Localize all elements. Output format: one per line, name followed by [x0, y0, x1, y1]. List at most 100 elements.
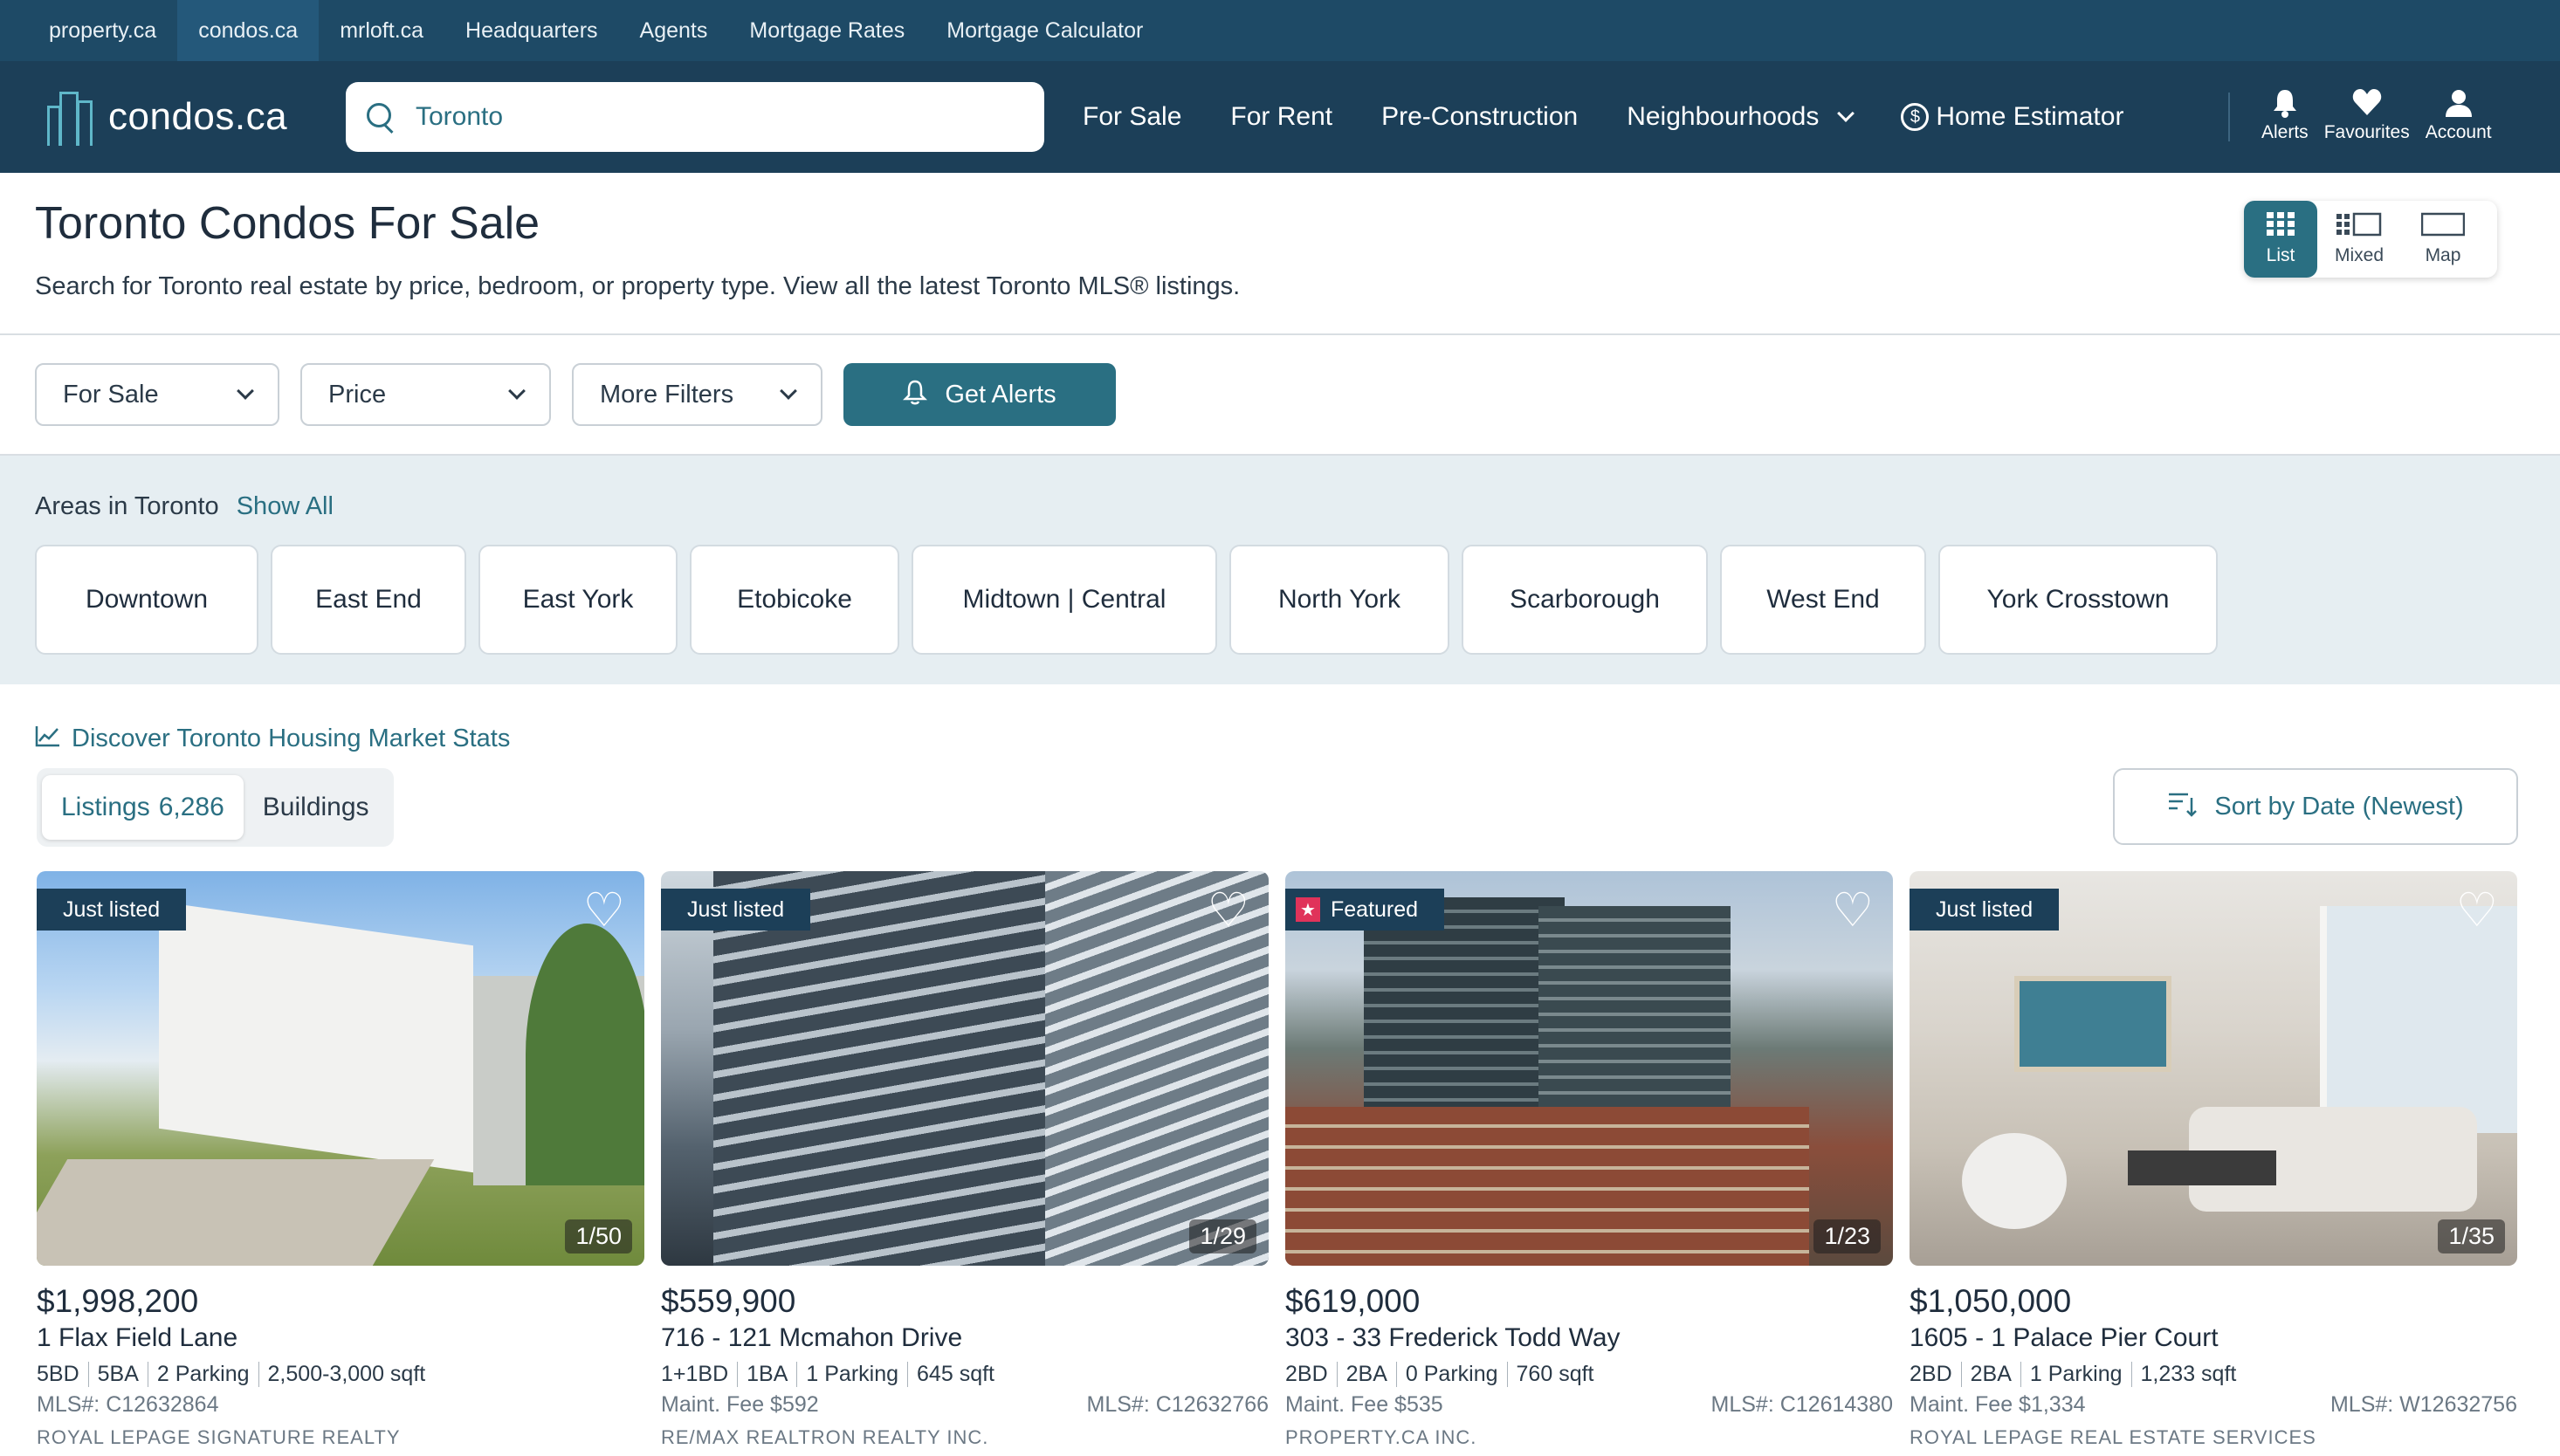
sort-button[interactable]: Sort by Date (Newest): [2113, 768, 2518, 845]
area-chip-etobicoke[interactable]: Etobicoke: [690, 545, 899, 655]
tab-listings[interactable]: Listings 6,286: [42, 775, 244, 840]
alerts-label: Alerts: [2261, 122, 2309, 142]
listing-card[interactable]: ★ Featured ♡ 1/23 $619,000 303 - 33 Fred…: [1285, 871, 1893, 1449]
listing-brokerage: ROYAL LEPAGE REAL ESTATE SERVICES: [1910, 1426, 2316, 1448]
listing-photo[interactable]: Just listed ♡ 1/50: [37, 871, 644, 1266]
listing-specs: 2BD 2BA 0 Parking 760 sqft: [1285, 1362, 1893, 1387]
search-value[interactable]: Toronto: [416, 102, 503, 132]
bell-outline-icon: [903, 379, 928, 411]
listing-address[interactable]: 716 - 121 Mcmahon Drive: [661, 1323, 1269, 1353]
listing-photo[interactable]: Just listed ♡ 1/29: [661, 871, 1269, 1266]
listing-type-select[interactable]: For Sale: [35, 363, 279, 426]
badge-label: Just listed: [687, 896, 785, 922]
areas-section: Areas in Toronto Show All Downtown East …: [0, 454, 2560, 684]
favourite-heart-icon[interactable]: ♡: [1832, 887, 1874, 934]
path-shape: [37, 1159, 435, 1266]
listing-mls: MLS#: C12632864: [37, 1392, 219, 1417]
search-input[interactable]: Toronto: [346, 82, 1044, 152]
network-bar: property.ca condos.ca mrloft.ca Headquar…: [0, 0, 2560, 61]
spec-size: 760 sqft: [1506, 1362, 1603, 1387]
favourite-heart-icon[interactable]: ♡: [1208, 887, 1249, 934]
alerts-button[interactable]: Alerts: [2261, 87, 2309, 143]
tab-buildings[interactable]: Buildings: [244, 775, 389, 840]
network-link-mrloft[interactable]: mrloft.ca: [319, 0, 444, 61]
listing-photo[interactable]: Just listed ♡ 1/35: [1910, 871, 2517, 1266]
listing-meta: Maint. Fee $1,334 MLS#: W12632756: [1910, 1392, 2517, 1418]
nav-home-estimator[interactable]: $ Home Estimator: [1901, 102, 2123, 132]
favourites-button[interactable]: Favourites: [2324, 87, 2410, 143]
more-filters-select[interactable]: More Filters: [572, 363, 822, 426]
network-link-agents[interactable]: Agents: [619, 0, 729, 61]
listing-card[interactable]: Just listed ♡ 1/50 $1,998,200 1 Flax Fie…: [37, 871, 644, 1449]
network-link-mortgage-calculator[interactable]: Mortgage Calculator: [926, 0, 1164, 61]
chevron-down-icon: [780, 382, 797, 400]
results-tabs: Listings 6,286 Buildings: [37, 768, 394, 847]
bell-icon: [2270, 87, 2300, 122]
network-link-condos[interactable]: condos.ca: [177, 0, 320, 61]
table-shape: [2128, 1150, 2276, 1185]
chevron-down-icon: [1837, 105, 1855, 122]
photo-count: 1/35: [2438, 1219, 2505, 1253]
listing-card[interactable]: Just listed ♡ 1/35 $1,050,000 1605 - 1 P…: [1910, 871, 2517, 1449]
favourite-heart-icon[interactable]: ♡: [2456, 887, 2498, 934]
spec-parking: 2 Parking: [147, 1362, 258, 1387]
listing-address[interactable]: 1 Flax Field Lane: [37, 1323, 644, 1353]
nav-for-rent[interactable]: For Rent: [1230, 102, 1332, 132]
listing-photo[interactable]: ★ Featured ♡ 1/23: [1285, 871, 1893, 1266]
favourites-label: Favourites: [2323, 122, 2410, 142]
area-chip-east-york[interactable]: East York: [478, 545, 678, 655]
area-chips: Downtown East End East York Etobicoke Mi…: [35, 545, 2230, 655]
tree-shape: [526, 924, 644, 1185]
listing-address[interactable]: 1605 - 1 Palace Pier Court: [1910, 1323, 2517, 1353]
area-chip-scarborough[interactable]: Scarborough: [1462, 545, 1708, 655]
user-icon: [2444, 87, 2474, 122]
area-chip-east-end[interactable]: East End: [271, 545, 466, 655]
area-chip-downtown[interactable]: Downtown: [35, 545, 258, 655]
filter-bar: For Sale Price More Filters Get Alerts: [35, 363, 1116, 426]
view-list-button[interactable]: List: [2244, 201, 2317, 278]
get-alerts-button[interactable]: Get Alerts: [843, 363, 1116, 426]
market-stats-link[interactable]: Discover Toronto Housing Market Stats: [35, 725, 510, 753]
sort-icon: [2167, 791, 2198, 823]
nav-neighbourhoods[interactable]: Neighbourhoods: [1627, 102, 1855, 132]
nav-for-sale[interactable]: For Sale: [1083, 102, 1181, 132]
listing-address[interactable]: 303 - 33 Frederick Todd Way: [1285, 1323, 1893, 1353]
site-logo[interactable]: condos.ca: [45, 86, 287, 148]
area-chip-west-end[interactable]: West End: [1720, 545, 1926, 655]
spec-beds: 5BD: [37, 1362, 79, 1386]
dollar-circle-icon: $: [1901, 103, 1930, 131]
favourite-heart-icon[interactable]: ♡: [583, 887, 625, 934]
view-map-button[interactable]: Map: [2401, 201, 2485, 278]
search-icon: [365, 101, 396, 133]
price-select[interactable]: Price: [300, 363, 551, 426]
nav-pre-construction[interactable]: Pre-Construction: [1381, 102, 1578, 132]
spec-size: 645 sqft: [907, 1362, 1003, 1387]
listing-price: $559,900: [661, 1283, 796, 1319]
just-listed-badge: Just listed: [1910, 889, 2060, 931]
page-subtitle: Search for Toronto real estate by price,…: [35, 272, 1241, 300]
areas-label: Areas in Toronto: [35, 492, 219, 520]
area-chip-york-crosstown[interactable]: York Crosstown: [1938, 545, 2218, 655]
get-alerts-label: Get Alerts: [945, 380, 1056, 409]
account-button[interactable]: Account: [2426, 87, 2492, 143]
show-all-link[interactable]: Show All: [237, 492, 334, 520]
area-chip-midtown-central[interactable]: Midtown | Central: [912, 545, 1217, 655]
network-link-headquarters[interactable]: Headquarters: [444, 0, 618, 61]
price-select-label: Price: [328, 380, 387, 409]
listing-card[interactable]: Just listed ♡ 1/29 $559,900 716 - 121 Mc…: [661, 871, 1269, 1449]
listing-mls: MLS#: C12614380: [1710, 1392, 1893, 1417]
badge-label: Featured: [1331, 896, 1419, 922]
photo-count: 1/23: [1813, 1219, 1881, 1253]
listing-brokerage: ROYAL LEPAGE SIGNATURE REALTY: [37, 1426, 401, 1448]
network-link-mortgage-rates[interactable]: Mortgage Rates: [728, 0, 926, 61]
view-mixed-button[interactable]: Mixed: [2317, 201, 2401, 278]
listing-brokerage: RE/MAX REALTRON REALTY INC.: [661, 1426, 989, 1448]
heart-icon: [2351, 87, 2383, 122]
network-link-property[interactable]: property.ca: [28, 0, 177, 61]
area-chip-north-york[interactable]: North York: [1229, 545, 1449, 655]
listings-count: 6,286: [158, 793, 224, 821]
just-listed-badge: Just listed: [37, 889, 187, 931]
main-nav: For Sale For Rent Pre-Construction Neigh…: [1083, 61, 2172, 173]
page-title: Toronto Condos For Sale: [35, 198, 540, 249]
listing-specs: 2BD 2BA 1 Parking 1,233 sqft: [1910, 1362, 2517, 1387]
